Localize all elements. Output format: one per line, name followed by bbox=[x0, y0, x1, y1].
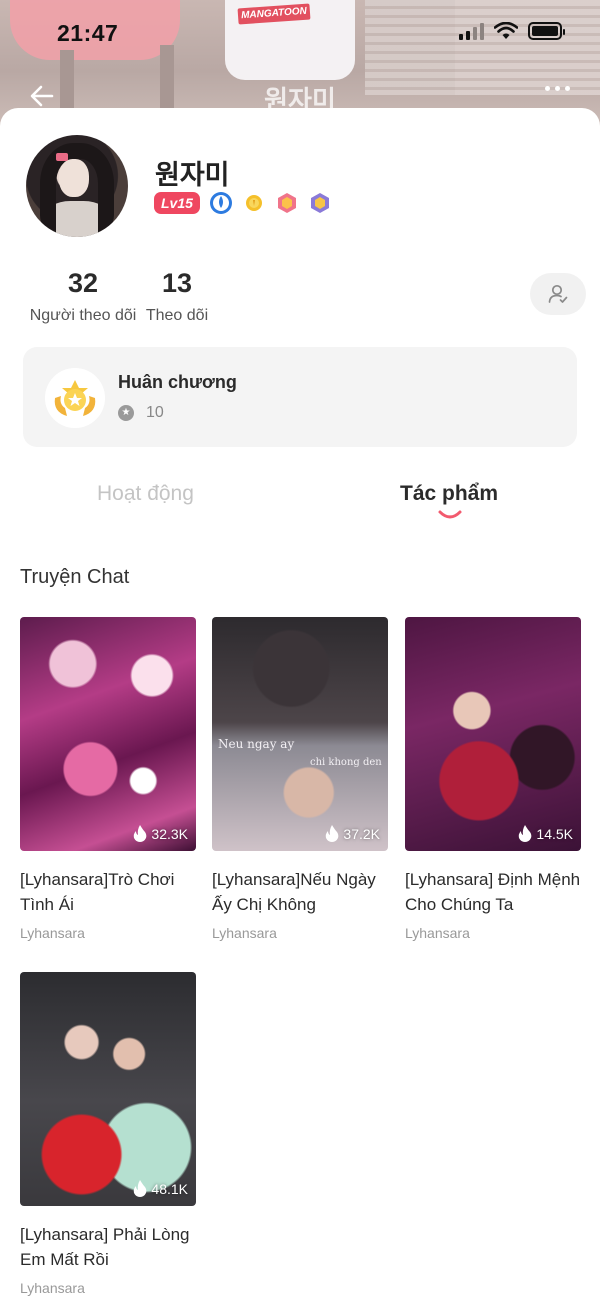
work-title[interactable]: [Lyhansara] Định Mệnh Cho Chúng Ta bbox=[405, 867, 581, 917]
cover-text: chi khong den bbox=[310, 757, 382, 768]
wifi-icon bbox=[494, 22, 518, 39]
view-count-text: 37.2K bbox=[343, 825, 380, 842]
work-title[interactable]: [Lyhansara]Nếu Ngày Ấy Chị Không bbox=[212, 867, 388, 917]
view-count-text: 14.5K bbox=[536, 825, 573, 842]
work-card[interactable]: Neu ngay ay chi khong den 37.2K [Lyhansa… bbox=[212, 617, 388, 941]
view-count: 14.5K bbox=[518, 825, 573, 842]
work-author: Lyhansara bbox=[20, 1280, 85, 1296]
purple-hexagon-badge-icon[interactable] bbox=[308, 191, 332, 215]
cover-text: Neu ngay ay bbox=[218, 737, 295, 751]
fire-icon bbox=[519, 825, 532, 842]
view-count: 32.3K bbox=[133, 825, 188, 842]
followers-stat[interactable]: 32 Người theo dõi bbox=[26, 268, 140, 325]
view-count-text: 48.1K bbox=[151, 1180, 188, 1197]
follow-button[interactable] bbox=[530, 273, 586, 315]
status-time: 21:47 bbox=[57, 20, 119, 46]
work-cover[interactable]: 48.1K bbox=[20, 972, 196, 1206]
follow-user-icon bbox=[548, 284, 568, 303]
work-card[interactable]: 48.1K [Lyhansara] Phải Lòng Em Mất Rồi L… bbox=[20, 972, 196, 1296]
username: 원자미 bbox=[155, 160, 230, 190]
avatar[interactable] bbox=[26, 135, 128, 237]
work-cover[interactable]: 32.3K bbox=[20, 617, 196, 851]
badge-row: Lv15 bbox=[154, 191, 332, 215]
work-title[interactable]: [Lyhansara] Phải Lòng Em Mất Rồi bbox=[20, 1222, 196, 1272]
star-icon: ★ bbox=[118, 405, 134, 421]
work-author: Lyhansara bbox=[20, 925, 85, 941]
level-badge[interactable]: Lv15 bbox=[154, 192, 200, 214]
work-author: Lyhansara bbox=[405, 925, 470, 941]
work-title[interactable]: [Lyhansara]Trò Chơi Tình Ái bbox=[20, 867, 196, 917]
view-count: 48.1K bbox=[133, 1180, 188, 1197]
following-count: 13 bbox=[161, 268, 193, 298]
following-stat[interactable]: 13 Theo dõi bbox=[142, 268, 212, 325]
medal-title: Huân chương bbox=[118, 372, 237, 392]
more-icon[interactable] bbox=[545, 86, 570, 91]
medal-card[interactable]: Huân chương ★ 10 bbox=[23, 347, 577, 447]
work-author: Lyhansara bbox=[212, 925, 277, 941]
fire-icon bbox=[326, 825, 339, 842]
tab-activity[interactable]: Hoạt động bbox=[97, 482, 194, 506]
status-icons bbox=[459, 22, 565, 40]
medal-count: 10 bbox=[146, 404, 164, 421]
view-count-text: 32.3K bbox=[151, 825, 188, 842]
view-count: 37.2K bbox=[325, 825, 380, 842]
followers-count: 32 bbox=[67, 268, 99, 298]
tab-indicator bbox=[438, 510, 462, 519]
followers-label: Người theo dõi bbox=[29, 307, 137, 324]
pink-hexagon-badge-icon[interactable] bbox=[275, 191, 299, 215]
work-card[interactable]: 32.3K [Lyhansara]Trò Chơi Tình Ái Lyhans… bbox=[20, 617, 196, 941]
fire-icon bbox=[134, 1180, 147, 1197]
medal-count-row: ★ 10 bbox=[118, 404, 164, 422]
work-cover[interactable]: 14.5K bbox=[405, 617, 581, 851]
blue-drop-badge-icon[interactable] bbox=[209, 191, 233, 215]
following-label: Theo dõi bbox=[145, 307, 209, 324]
work-cover[interactable]: Neu ngay ay chi khong den 37.2K bbox=[212, 617, 388, 851]
fire-icon bbox=[134, 825, 147, 842]
medal-icon bbox=[45, 368, 105, 428]
battery-icon bbox=[528, 22, 565, 40]
work-card[interactable]: 14.5K [Lyhansara] Định Mệnh Cho Chúng Ta… bbox=[405, 617, 581, 941]
signal-icon bbox=[459, 22, 484, 40]
tab-works[interactable]: Tác phẩm bbox=[400, 482, 498, 506]
gold-coin-badge-icon[interactable] bbox=[242, 191, 266, 215]
section-title: Truyện Chat bbox=[20, 566, 130, 588]
